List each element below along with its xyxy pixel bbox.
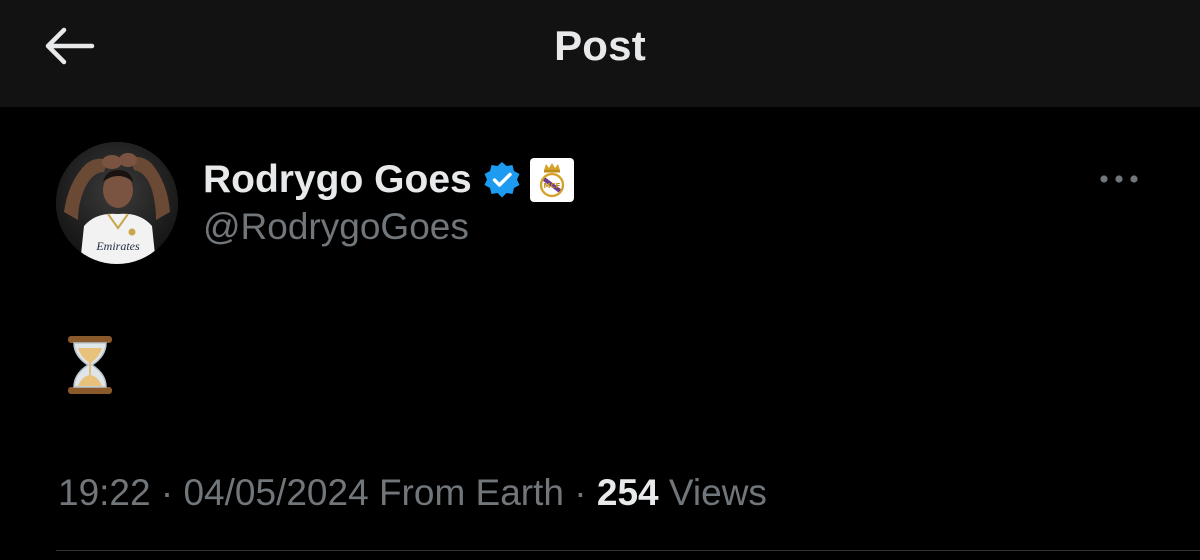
post-source: From Earth [378, 472, 564, 513]
more-horizontal-icon [1100, 175, 1138, 183]
meta-separator: · [150, 472, 184, 513]
real-madrid-crest-icon[interactable]: MCF [529, 158, 574, 202]
verified-check-icon [484, 162, 520, 198]
more-options-button[interactable] [1094, 164, 1146, 194]
avatar-image: Emirates [56, 142, 178, 264]
post-metadata: 19:22 · 04/05/2024 From Earth · 254 View… [58, 472, 767, 514]
top-bar: Post [0, 0, 1200, 107]
page-title: Post [554, 22, 646, 69]
views-label[interactable]: Views [669, 472, 767, 513]
post-time[interactable]: 19:22 [58, 472, 151, 513]
hourglass-emoji [68, 336, 112, 394]
views-count[interactable]: 254 [597, 472, 659, 513]
meta-separator: · [564, 472, 597, 513]
divider [56, 550, 1200, 551]
author-name-row: Rodrygo Goes MCF [203, 154, 574, 206]
svg-text:MCF: MCF [543, 182, 560, 190]
tweet-content [64, 334, 116, 396]
avatar[interactable]: Emirates [56, 142, 178, 264]
avatar-shirt-text: Emirates [95, 239, 140, 253]
display-name[interactable]: Rodrygo Goes [203, 158, 472, 202]
post-date[interactable]: 04/05/2024 [183, 472, 368, 513]
author-handle[interactable]: @RodrygoGoes [203, 206, 469, 248]
